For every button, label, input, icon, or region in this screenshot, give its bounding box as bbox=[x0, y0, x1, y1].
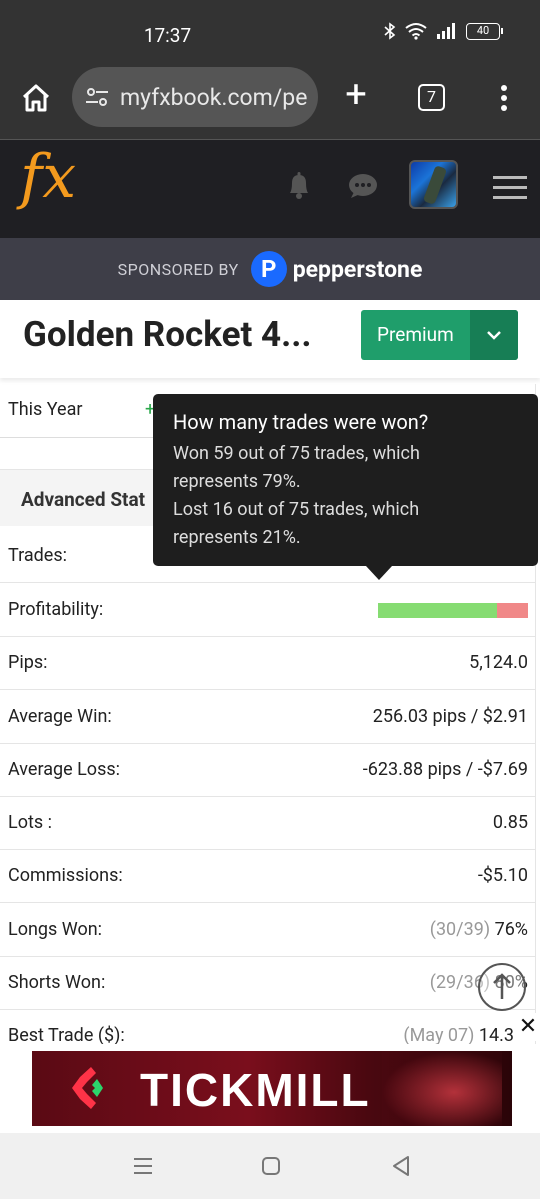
this-year-label: This Year bbox=[8, 399, 83, 420]
tabs-icon[interactable]: 7 bbox=[418, 84, 445, 111]
chat-icon[interactable] bbox=[348, 173, 378, 199]
sponsor-label: SPONSORED BY bbox=[117, 259, 239, 279]
win-rate-tooltip: How many trades were won? Won 59 out of … bbox=[153, 394, 538, 580]
profitability-won-segment bbox=[378, 603, 497, 618]
stat-label: Longs Won: bbox=[8, 919, 103, 940]
table-row: Average Win: 256.03 pips / $2.91 bbox=[0, 691, 536, 744]
site-header: fx bbox=[0, 140, 540, 238]
ad-close-button[interactable]: ✕ bbox=[516, 1013, 540, 1041]
tooltip-line: Won 59 out of 75 trades, which bbox=[173, 443, 420, 464]
stat-label: Average Win: bbox=[8, 706, 112, 727]
address-bar[interactable]: myfxbook.com/pe bbox=[72, 67, 318, 127]
status-time: 17:37 bbox=[143, 24, 192, 47]
more-vert-icon[interactable] bbox=[494, 82, 514, 114]
signal-icon bbox=[437, 23, 455, 39]
stat-label: Lots : bbox=[8, 812, 52, 833]
battery-icon: 40 bbox=[466, 22, 503, 40]
profitability-row[interactable]: Profitability: bbox=[0, 584, 536, 637]
premium-label: Premium bbox=[377, 323, 454, 346]
home-icon[interactable] bbox=[20, 82, 52, 114]
wifi-icon bbox=[405, 23, 427, 40]
stat-value: -623.88 pips / -$7.69 bbox=[362, 759, 528, 780]
stat-label: Pips: bbox=[8, 652, 48, 673]
tune-icon[interactable] bbox=[84, 84, 110, 110]
page-header: Golden Rocket 4... Premium bbox=[0, 300, 540, 378]
url-text: myfxbook.com/pe bbox=[120, 83, 308, 111]
stat-label: Average Loss: bbox=[8, 759, 121, 780]
nav-home-icon[interactable] bbox=[258, 1153, 284, 1179]
stat-value: 256.03 pips / $2.91 bbox=[372, 706, 528, 727]
pepperstone-logo-icon: P bbox=[250, 251, 287, 287]
ad-brand: TICKMILL bbox=[140, 1064, 371, 1116]
stat-label: Shorts Won: bbox=[8, 972, 106, 993]
table-row: Average Loss: -623.88 pips / -$7.69 bbox=[0, 744, 536, 797]
nav-recents-icon[interactable] bbox=[130, 1153, 156, 1179]
stat-value: 0.85 bbox=[492, 812, 528, 833]
stat-label: Best Trade ($): bbox=[8, 1025, 125, 1046]
tooltip-line: represents 21%. bbox=[173, 527, 301, 548]
sponsor-brand: pepperstone bbox=[292, 255, 423, 283]
tickmill-ad-banner[interactable]: TICKMILL bbox=[32, 1051, 512, 1126]
stat-label: Commissions: bbox=[8, 865, 123, 886]
chevron-down-icon bbox=[487, 331, 501, 340]
stat-label: Trades: bbox=[8, 545, 67, 566]
premium-button[interactable]: Premium bbox=[361, 310, 518, 360]
status-bar: 17:37 40 bbox=[0, 0, 540, 62]
stat-date: (May 07) bbox=[403, 1025, 475, 1046]
profitability-bar[interactable] bbox=[378, 603, 528, 618]
page-title: Golden Rocket 4... bbox=[23, 314, 312, 355]
tickmill-logo-icon bbox=[72, 1067, 103, 1109]
profitability-lost-segment bbox=[496, 603, 528, 618]
table-row: Commissions: -$5.10 bbox=[0, 850, 536, 903]
stat-amount: 14.3 bbox=[478, 1025, 514, 1046]
stat-label: Profitability: bbox=[8, 599, 104, 620]
table-row: Shorts Won: (29/36) 80% bbox=[0, 957, 536, 1010]
ad-area: TICKMILL bbox=[0, 1044, 540, 1133]
stat-value: (May 07) 14.3 bbox=[403, 1025, 514, 1046]
hamburger-icon[interactable] bbox=[493, 176, 527, 200]
browser-toolbar: myfxbook.com/pe + 7 bbox=[0, 62, 540, 140]
sponsor-banner[interactable]: SPONSORED BY P pepperstone bbox=[0, 238, 540, 300]
stat-ratio: (30/39) bbox=[429, 919, 491, 940]
tooltip-title: How many trades were won? bbox=[173, 410, 429, 434]
status-icons: 40 bbox=[384, 22, 503, 40]
tooltip-line: represents 79%. bbox=[173, 471, 301, 492]
tooltip-line: Lost 16 out of 75 trades, which bbox=[173, 499, 420, 520]
stat-percent: 76% bbox=[494, 919, 528, 940]
stat-value: 5,124.0 bbox=[469, 652, 528, 673]
arrow-up-icon bbox=[493, 973, 511, 999]
stat-value: (30/39) 76% bbox=[430, 919, 528, 940]
bluetooth-icon bbox=[384, 22, 396, 40]
stat-value: -$5.10 bbox=[477, 865, 528, 886]
advanced-statistics-title: Advanced Stat bbox=[21, 488, 146, 511]
avatar[interactable] bbox=[409, 160, 458, 209]
scroll-to-top-button[interactable] bbox=[478, 963, 526, 1011]
nav-back-icon[interactable] bbox=[388, 1153, 414, 1179]
system-nav-bar bbox=[0, 1133, 540, 1199]
plus-icon[interactable]: + bbox=[340, 76, 372, 114]
premium-dropdown[interactable] bbox=[470, 310, 518, 360]
site-logo[interactable]: fx bbox=[20, 142, 76, 212]
table-row: Lots : 0.85 bbox=[0, 797, 536, 850]
table-row: Longs Won: (30/39) 76% bbox=[0, 904, 536, 957]
bell-icon[interactable] bbox=[285, 170, 313, 200]
table-row: Pips: 5,124.0 bbox=[0, 637, 536, 690]
